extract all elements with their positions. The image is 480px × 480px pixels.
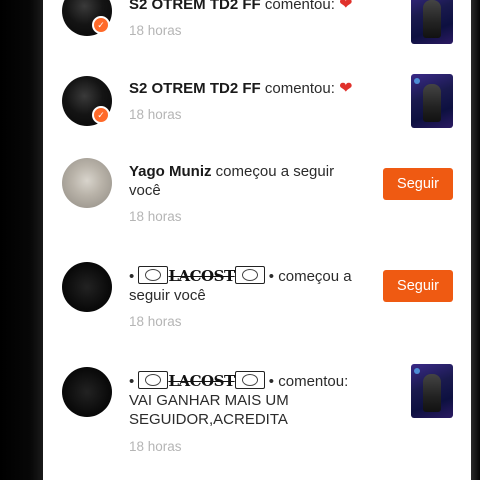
black-profile-avatar-icon bbox=[62, 367, 112, 417]
notification-text: • LACOST • comentou: VAI GANHAR MAIS UM … bbox=[129, 371, 364, 429]
decorative-box-icon bbox=[138, 371, 169, 389]
username-name: LACOST bbox=[168, 372, 235, 390]
person-figure-icon bbox=[423, 374, 441, 412]
comment-text: VAI GANHAR MAIS UM SEGUIDOR,ACREDITA bbox=[129, 392, 289, 428]
notification-text: S2 OTREM TD2 FF comentou: ❤ bbox=[129, 79, 369, 98]
username-name: LACOST bbox=[168, 267, 235, 285]
person-figure-icon bbox=[423, 0, 441, 38]
heart-icon: ❤ bbox=[339, 0, 353, 13]
light-glow-icon bbox=[414, 368, 420, 374]
notification-item[interactable]: • LACOST • começou a seguir você 18 hora… bbox=[43, 258, 471, 338]
light-glow-icon bbox=[414, 78, 420, 84]
follow-button[interactable]: Seguir bbox=[383, 270, 453, 302]
notification-item[interactable]: ✓ S2 OTREM TD2 FF comentou: ❤ 18 horas bbox=[43, 68, 471, 138]
username-prefix: • bbox=[129, 268, 135, 285]
username[interactable]: • LACOST • bbox=[129, 371, 275, 390]
notification-text: • LACOST • começou a seguir você bbox=[129, 266, 369, 305]
username-suffix: • bbox=[268, 268, 275, 285]
avatar[interactable] bbox=[62, 367, 112, 417]
notification-text: S2 OTREM TD2 FF comentou: ❤ bbox=[129, 0, 369, 14]
timestamp: 18 horas bbox=[129, 209, 182, 224]
action-text: comentou: bbox=[264, 0, 335, 13]
username[interactable]: • LACOST • bbox=[129, 266, 275, 285]
person-figure-icon bbox=[423, 84, 441, 122]
notification-item[interactable]: • LACOST • comentou: VAI GANHAR MAIS UM … bbox=[43, 362, 471, 462]
avatar[interactable]: ✓ bbox=[62, 0, 112, 36]
light-profile-avatar-icon bbox=[62, 158, 112, 208]
avatar[interactable] bbox=[62, 158, 112, 208]
username[interactable]: S2 OTREM TD2 FF bbox=[129, 80, 261, 97]
follow-button[interactable]: Seguir bbox=[383, 168, 453, 200]
decorative-box-icon bbox=[138, 266, 169, 284]
timestamp: 18 horas bbox=[129, 314, 182, 329]
heart-icon: ❤ bbox=[339, 80, 353, 97]
right-dark-edge bbox=[471, 0, 480, 480]
post-thumbnail[interactable] bbox=[411, 74, 453, 128]
notification-item[interactable]: ✓ S2 OTREM TD2 FF comentou: ❤ 18 horas bbox=[43, 0, 471, 52]
timestamp: 18 horas bbox=[129, 107, 182, 122]
username-suffix: • bbox=[268, 373, 275, 390]
username[interactable]: Yago Muniz bbox=[129, 163, 212, 180]
left-dark-edge bbox=[0, 0, 43, 480]
black-profile-avatar-icon bbox=[62, 262, 112, 312]
notifications-panel: ✓ S2 OTREM TD2 FF comentou: ❤ 18 horas ✓… bbox=[43, 0, 471, 480]
comment-badge-icon: ✓ bbox=[92, 106, 110, 124]
username[interactable]: S2 OTREM TD2 FF bbox=[129, 0, 261, 13]
notification-text: Yago Muniz começou a seguir você bbox=[129, 162, 369, 200]
avatar[interactable] bbox=[62, 262, 112, 312]
notification-item[interactable]: Yago Muniz começou a seguir você 18 hora… bbox=[43, 152, 471, 232]
decorative-box-icon bbox=[234, 266, 265, 284]
avatar[interactable]: ✓ bbox=[62, 76, 112, 126]
action-text: comentou: bbox=[278, 373, 349, 390]
action-text: comentou: bbox=[264, 80, 335, 97]
decorative-box-icon bbox=[234, 371, 265, 389]
comment-badge-icon: ✓ bbox=[92, 16, 110, 34]
timestamp: 18 horas bbox=[129, 439, 182, 454]
post-thumbnail[interactable] bbox=[411, 364, 453, 418]
post-thumbnail[interactable] bbox=[411, 0, 453, 44]
username-prefix: • bbox=[129, 373, 135, 390]
timestamp: 18 horas bbox=[129, 23, 182, 38]
